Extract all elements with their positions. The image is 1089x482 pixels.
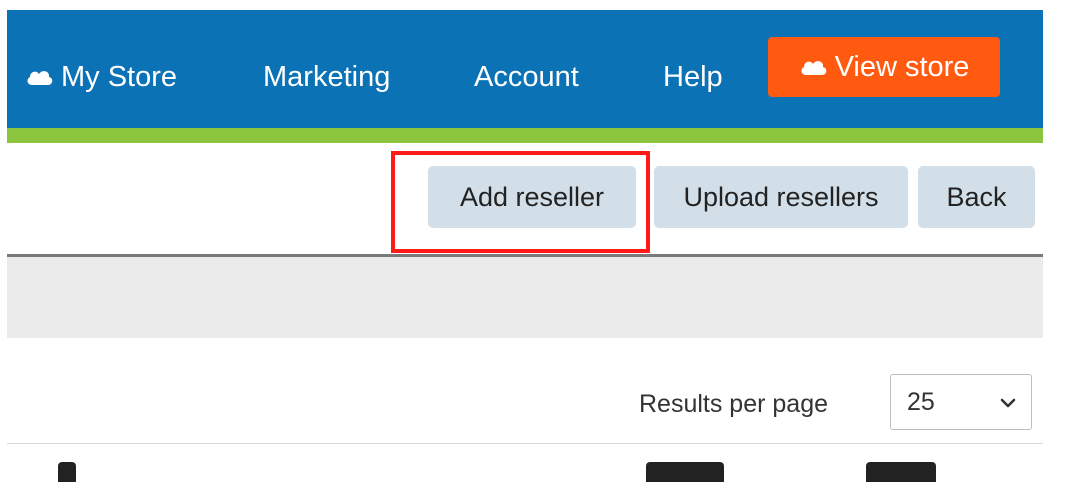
column-header-fragment xyxy=(58,462,76,482)
nav-account[interactable]: Account xyxy=(474,59,579,95)
cloud-icon xyxy=(25,67,55,87)
nav-my-store-label: My Store xyxy=(61,61,178,93)
nav-help[interactable]: Help xyxy=(663,59,723,95)
cloud-icon xyxy=(799,57,829,77)
accent-bar xyxy=(7,128,1043,143)
filter-panel xyxy=(7,254,1043,338)
add-reseller-button[interactable]: Add reseller xyxy=(428,166,636,228)
column-header-fragment xyxy=(646,462,724,482)
chevron-down-icon xyxy=(1000,398,1016,408)
view-store-button[interactable]: View store xyxy=(768,37,1000,97)
upload-resellers-button[interactable]: Upload resellers xyxy=(654,166,908,228)
results-per-page-label: Results per page xyxy=(639,390,829,418)
table-divider xyxy=(7,443,1043,444)
results-per-page-value: 25 xyxy=(907,387,935,416)
results-per-page-select[interactable]: 25 xyxy=(890,374,1032,430)
view-store-label: View store xyxy=(834,50,970,83)
back-button[interactable]: Back xyxy=(918,166,1035,228)
nav-marketing[interactable]: Marketing xyxy=(263,59,390,95)
column-header-fragment xyxy=(866,462,936,482)
nav-my-store[interactable]: My Store xyxy=(25,59,177,95)
